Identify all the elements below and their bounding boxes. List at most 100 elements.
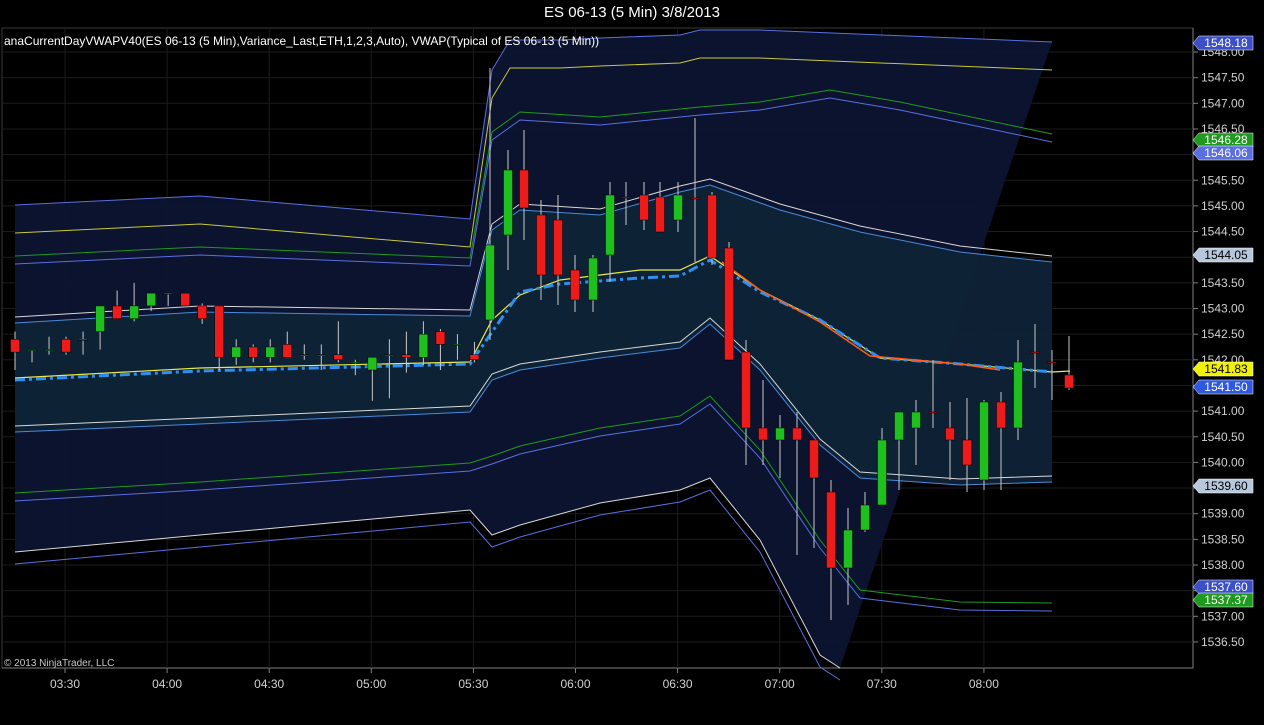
price-badge: 1539.60 [1192, 478, 1254, 494]
price-badge: 1546.28 [1192, 132, 1254, 148]
y-tick-label: 1539.00 [1201, 507, 1245, 521]
y-tick-label: 1541.00 [1201, 404, 1245, 418]
y-tick-label: 1543.00 [1201, 302, 1245, 316]
candle-down [180, 292, 190, 307]
price-badge-label: 1537.37 [1204, 593, 1248, 607]
candle-up [95, 305, 105, 332]
candle-down [792, 427, 802, 441]
x-tick-label: 04:30 [254, 677, 284, 691]
candle-down [401, 354, 412, 358]
price-badge: 1537.60 [1192, 579, 1254, 595]
candle-down [690, 197, 700, 200]
candle-up [588, 257, 598, 301]
candle-up [452, 344, 463, 346]
candle-up [231, 346, 241, 358]
candle-down [1047, 361, 1057, 364]
candle-down [639, 194, 649, 221]
candle-down [621, 196, 631, 199]
x-tick-label: 06:00 [560, 677, 590, 691]
candle-up [485, 244, 495, 321]
candle-up [911, 411, 921, 429]
candle-down [553, 219, 563, 276]
copyright-label: © 2013 NinjaTrader, LLC [4, 658, 114, 669]
price-badge: 1541.50 [1192, 379, 1254, 395]
candle-down [945, 427, 955, 441]
candle-up [418, 333, 429, 358]
candle-down [197, 305, 207, 320]
candle-down [996, 401, 1006, 429]
candle-up [843, 529, 853, 569]
candle-down [1030, 351, 1040, 354]
candle-up [860, 504, 870, 531]
y-tick-label: 1538.00 [1201, 558, 1245, 572]
candle-down [724, 247, 734, 361]
candle-up [1013, 361, 1023, 429]
candle-up [163, 292, 173, 295]
y-tick-label: 1545.50 [1201, 173, 1245, 187]
y-tick-label: 1547.50 [1201, 71, 1245, 85]
x-tick-label: 06:30 [663, 677, 693, 691]
candle-down [741, 351, 751, 429]
price-badge-label: 1548.18 [1204, 36, 1248, 50]
candle-up [894, 411, 904, 441]
y-tick-label: 1537.00 [1201, 609, 1245, 623]
candle-down [928, 411, 938, 414]
candle-down [214, 305, 224, 358]
price-badge-label: 1541.50 [1204, 380, 1248, 394]
candle-up [78, 339, 88, 341]
y-tick-label: 1543.50 [1201, 276, 1245, 290]
price-badge-label: 1546.06 [1204, 146, 1248, 160]
candle-down [570, 269, 580, 301]
candle-up [503, 169, 513, 236]
candle-down [282, 344, 293, 358]
y-tick-label: 1547.00 [1201, 96, 1245, 110]
y-tick-label: 1542.50 [1201, 327, 1245, 341]
candle-down [1064, 374, 1074, 389]
candle-up [775, 427, 785, 441]
candle-up [44, 349, 54, 351]
candle-up [265, 346, 275, 358]
candle-up [146, 292, 156, 307]
x-tick-label: 07:30 [867, 677, 897, 691]
y-tick-label: 1540.50 [1201, 430, 1245, 444]
x-tick-label: 08:00 [969, 677, 999, 691]
candle-down [112, 305, 122, 320]
y-tick-label: 1545.00 [1201, 199, 1245, 213]
candle-down [333, 354, 344, 361]
candle-down [962, 439, 972, 466]
x-tick-label: 07:00 [765, 677, 795, 691]
candle-up [605, 194, 615, 256]
price-badge: 1548.18 [1192, 35, 1254, 51]
candle-up [129, 305, 139, 320]
candle-up [27, 349, 37, 351]
candle-down [758, 427, 768, 441]
price-badge: 1541.83 [1192, 361, 1254, 377]
price-badge-label: 1539.60 [1204, 479, 1248, 493]
price-chart[interactable]: 1536.501537.001537.501538.001538.501539.… [0, 0, 1264, 725]
price-badge: 1537.37 [1192, 592, 1254, 608]
price-badge: 1546.06 [1192, 145, 1254, 161]
candle-down [536, 214, 546, 276]
y-tick-label: 1544.50 [1201, 225, 1245, 239]
candle-down [826, 491, 836, 569]
y-tick-label: 1540.00 [1201, 455, 1245, 469]
x-tick-label: 03:30 [50, 677, 80, 691]
candle-down [10, 339, 20, 353]
candle-down [809, 439, 819, 479]
candle-down [707, 194, 717, 259]
price-badge-label: 1541.83 [1204, 362, 1248, 376]
candle-down [469, 354, 480, 361]
price-badge-label: 1546.28 [1204, 133, 1248, 147]
y-tick-label: 1536.50 [1201, 635, 1245, 649]
x-tick-label: 05:30 [458, 677, 488, 691]
candle-down [435, 331, 446, 345]
candle-down [519, 169, 529, 209]
candle-down [248, 346, 258, 358]
price-badge-label: 1537.60 [1204, 580, 1248, 594]
candle-up [979, 401, 989, 481]
y-tick-label: 1538.50 [1201, 532, 1245, 546]
price-badge: 1544.05 [1192, 247, 1254, 263]
candle-up [877, 439, 887, 506]
price-badge-label: 1544.05 [1204, 248, 1248, 262]
candle-down [655, 196, 665, 233]
